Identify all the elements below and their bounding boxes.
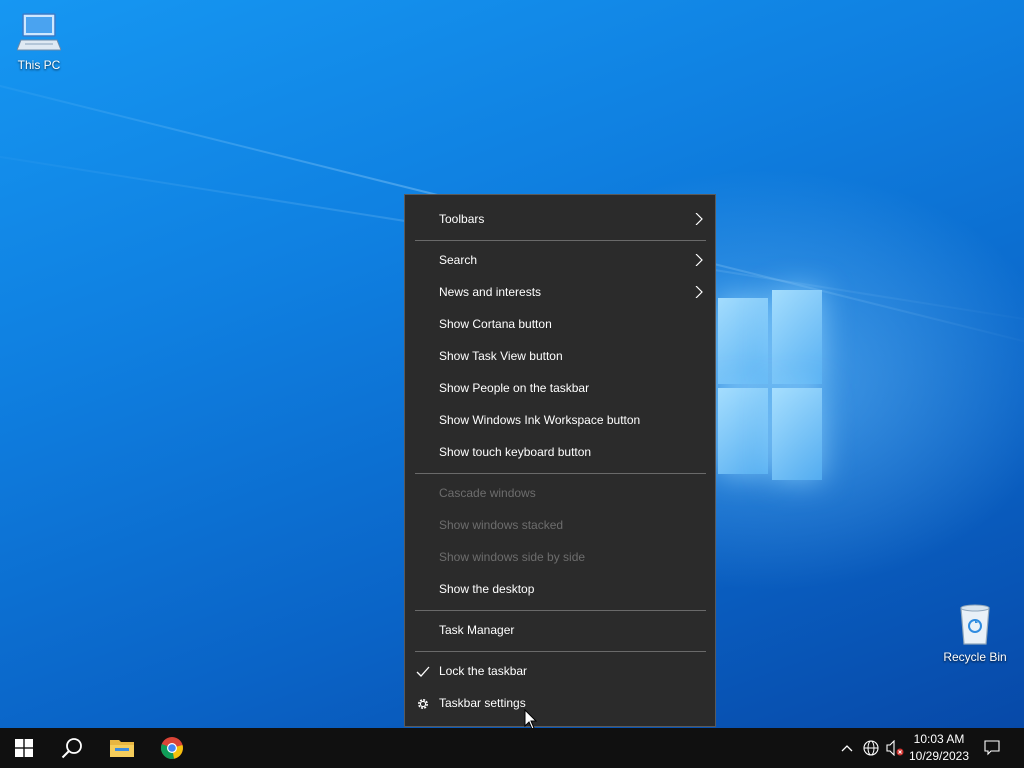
chrome-button[interactable] bbox=[148, 728, 196, 768]
menu-item-cascade-windows: Cascade windows bbox=[405, 477, 715, 509]
checkmark-icon bbox=[416, 666, 430, 677]
menu-item-label: Show People on the taskbar bbox=[439, 381, 590, 395]
menu-item-label: Lock the taskbar bbox=[439, 664, 528, 678]
menu-item-show-cortana-button[interactable]: Show Cortana button bbox=[405, 308, 715, 340]
menu-item-show-the-desktop[interactable]: Show the desktop bbox=[405, 573, 715, 605]
menu-item-show-task-view-button[interactable]: Show Task View button bbox=[405, 340, 715, 372]
menu-item-search[interactable]: Search bbox=[405, 244, 715, 276]
menu-item-label: Show Windows Ink Workspace button bbox=[439, 413, 641, 427]
action-center-button[interactable] bbox=[979, 728, 1005, 768]
menu-item-label: Cascade windows bbox=[439, 486, 536, 500]
taskbar-context-menu: Toolbars Search News and interests Show … bbox=[404, 194, 716, 727]
network-button[interactable] bbox=[859, 728, 883, 768]
menu-item-taskbar-settings[interactable]: Taskbar settings bbox=[405, 687, 715, 719]
menu-item-label: News and interests bbox=[439, 285, 542, 299]
file-explorer-icon bbox=[110, 740, 134, 757]
taskbar: 10:03 AM 10/29/2023 bbox=[0, 728, 1024, 768]
gear-icon bbox=[418, 699, 428, 709]
menu-item-label: Show windows side by side bbox=[439, 550, 586, 564]
menu-item-label: Show Task View button bbox=[439, 349, 563, 363]
menu-separator bbox=[415, 651, 706, 652]
network-icon bbox=[863, 740, 879, 756]
menu-separator bbox=[415, 610, 706, 611]
menu-item-show-people[interactable]: Show People on the taskbar bbox=[405, 372, 715, 404]
menu-item-toolbars[interactable]: Toolbars bbox=[405, 203, 715, 235]
windows-start-icon bbox=[15, 739, 33, 757]
menu-item-label: Toolbars bbox=[439, 212, 485, 226]
chevron-right-icon bbox=[695, 254, 703, 266]
clock-date: 10/29/2023 bbox=[908, 749, 970, 763]
menu-item-label: Show the desktop bbox=[439, 582, 535, 596]
menu-item-label: Show Cortana button bbox=[439, 317, 552, 331]
menu-item-news-and-interests[interactable]: News and interests bbox=[405, 276, 715, 308]
menu-item-label: Task Manager bbox=[439, 623, 515, 637]
chrome-icon bbox=[161, 737, 183, 759]
menu-item-lock-the-taskbar[interactable]: Lock the taskbar bbox=[405, 655, 715, 687]
chevron-up-icon bbox=[841, 745, 853, 752]
windows-logo-wallpaper bbox=[718, 290, 824, 480]
recycle-bin-icon bbox=[960, 604, 990, 645]
desktop-icon-label: This PC bbox=[17, 58, 61, 72]
menu-item-label: Show windows stacked bbox=[439, 518, 564, 532]
clock-time: 10:03 AM bbox=[913, 732, 965, 746]
computer-icon bbox=[17, 13, 61, 51]
menu-item-show-windows-stacked: Show windows stacked bbox=[405, 509, 715, 541]
clock[interactable]: 10:03 AM 10/29/2023 bbox=[904, 731, 974, 765]
menu-item-task-manager[interactable]: Task Manager bbox=[405, 614, 715, 646]
menu-item-label: Show touch keyboard button bbox=[439, 445, 592, 459]
chevron-right-icon bbox=[695, 286, 703, 298]
search-button[interactable] bbox=[48, 728, 96, 768]
notification-icon bbox=[984, 740, 1000, 756]
desktop-icon-this-pc[interactable]: This PC bbox=[2, 10, 76, 72]
volume-muted-icon bbox=[886, 740, 904, 756]
menu-item-label: Taskbar settings bbox=[439, 696, 526, 710]
menu-item-label: Search bbox=[439, 253, 478, 267]
menu-item-show-windows-side-by-side: Show windows side by side bbox=[405, 541, 715, 573]
menu-separator bbox=[415, 240, 706, 241]
file-explorer-button[interactable] bbox=[98, 728, 146, 768]
menu-item-show-windows-ink[interactable]: Show Windows Ink Workspace button bbox=[405, 404, 715, 436]
start-button[interactable] bbox=[0, 728, 48, 768]
desktop-icon-recycle-bin[interactable]: Recycle Bin bbox=[938, 602, 1012, 664]
show-hidden-icons-button[interactable] bbox=[835, 728, 859, 768]
search-icon bbox=[61, 738, 82, 759]
chevron-right-icon bbox=[695, 213, 703, 225]
menu-item-show-touch-keyboard[interactable]: Show touch keyboard button bbox=[405, 436, 715, 468]
desktop-icon-label: Recycle Bin bbox=[943, 650, 1007, 664]
menu-separator bbox=[415, 473, 706, 474]
